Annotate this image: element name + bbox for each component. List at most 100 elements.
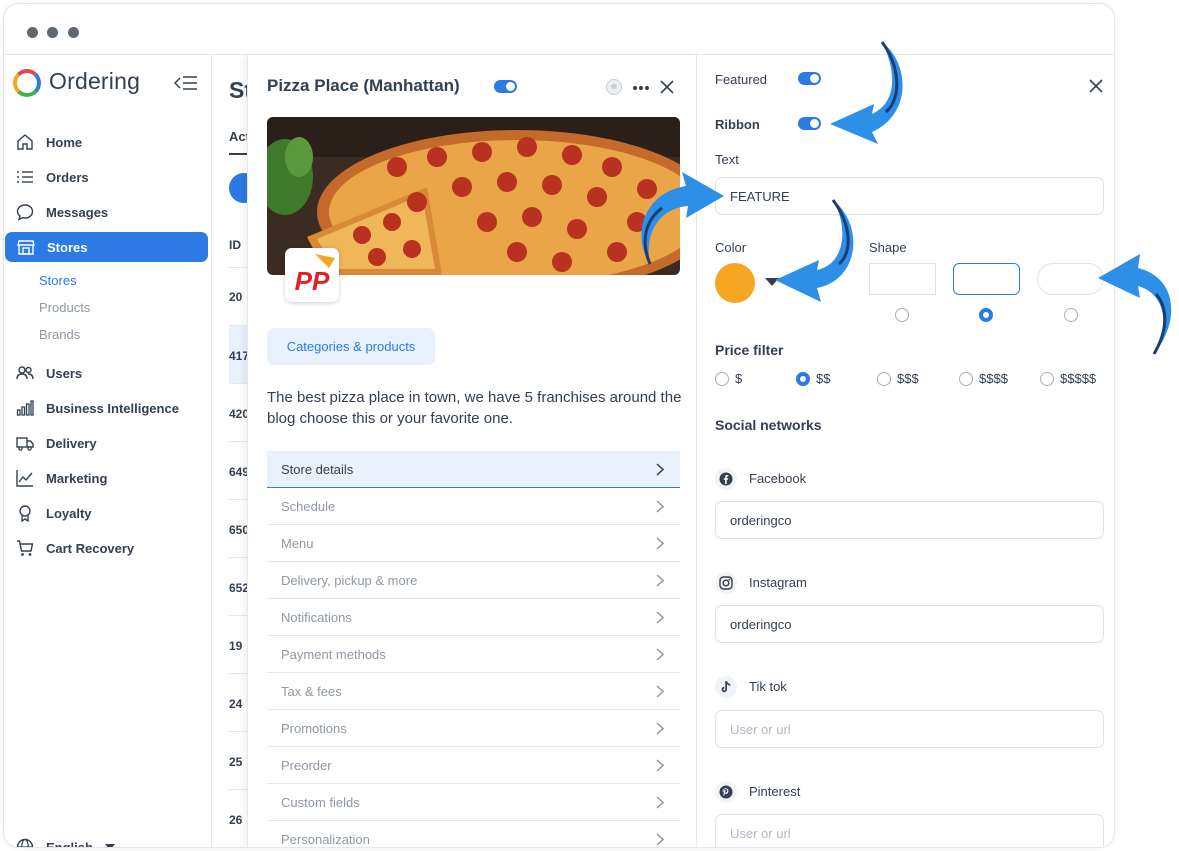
sidebar-item-loyalty[interactable]: Loyalty — [4, 498, 212, 528]
table-row[interactable]: 19 — [229, 639, 242, 653]
table-row[interactable]: 20 — [229, 290, 242, 304]
window-titlebar — [4, 4, 1114, 55]
ribbon-toggle[interactable] — [798, 117, 821, 130]
sidebar-item-label: Orders — [46, 169, 89, 185]
instagram-label: Instagram — [749, 575, 807, 590]
menu-item-preorder[interactable]: Preorder — [267, 747, 680, 784]
annotation-arrow — [1098, 254, 1172, 355]
chevron-right-icon — [656, 722, 664, 735]
sidebar-item-label: Home — [46, 134, 83, 150]
sidebar-item-orders[interactable]: Orders — [4, 162, 212, 192]
price-radio[interactable] — [715, 371, 729, 386]
menu-item-tax-fees[interactable]: Tax & fees — [267, 673, 680, 710]
more-options-icon[interactable] — [632, 85, 650, 91]
window-dot[interactable] — [68, 27, 79, 38]
menu-item-menu[interactable]: Menu — [267, 525, 680, 562]
soccer-ball-icon[interactable] — [605, 78, 623, 96]
price-radio[interactable] — [1040, 371, 1054, 386]
pinterest-label: Pinterest — [749, 784, 801, 799]
store-enabled-toggle[interactable] — [494, 80, 517, 93]
price-radio[interactable] — [959, 371, 973, 386]
store-title: Pizza Place (Manhattan) — [267, 76, 460, 95]
chevron-right-icon — [656, 500, 664, 513]
window-dot[interactable] — [47, 27, 58, 38]
menu-item-schedule[interactable]: Schedule — [267, 488, 680, 525]
menu-item-promotions[interactable]: Promotions — [267, 710, 680, 747]
sidebar-subitem-stores[interactable]: Stores — [39, 273, 77, 288]
chevron-right-icon — [656, 759, 664, 772]
sidebar-item-marketing[interactable]: Marketing — [4, 463, 212, 493]
shape-option-rectangle[interactable] — [869, 263, 936, 295]
price-option[interactable]: $$ — [796, 371, 830, 386]
sidebar-item-label: Marketing — [46, 470, 108, 486]
sidebar-subitem-brands[interactable]: Brands — [39, 327, 80, 342]
sidebar-item-label: Cart Recovery — [46, 540, 135, 556]
facebook-label: Facebook — [749, 471, 807, 486]
price-radio[interactable] — [796, 371, 810, 386]
menu-item-label: Delivery, pickup & more — [281, 572, 418, 588]
chevron-down-icon — [104, 844, 115, 847]
menu-item-delivery-pickup[interactable]: Delivery, pickup & more — [267, 562, 680, 599]
sidebar-item-cart-recovery[interactable]: Cart Recovery — [4, 533, 212, 563]
pinterest-input[interactable]: User or url — [715, 814, 1104, 847]
menu-item-notifications[interactable]: Notifications — [267, 599, 680, 636]
chat-bubble-icon — [16, 204, 34, 221]
price-option-label: $$$ — [897, 371, 919, 386]
shape-option-pill[interactable] — [1037, 263, 1104, 295]
pinterest-icon — [715, 781, 737, 803]
globe-icon — [16, 838, 34, 847]
chevron-right-icon — [656, 574, 664, 587]
menu-item-custom-fields[interactable]: Custom fields — [267, 784, 680, 821]
sidebar-item-users[interactable]: Users — [4, 358, 212, 388]
table-row[interactable]: 25 — [229, 755, 242, 769]
shape-radio-rectangle[interactable] — [895, 308, 909, 322]
price-option-label: $ — [735, 371, 743, 386]
close-icon[interactable] — [1088, 78, 1104, 94]
sidebar-item-messages[interactable]: Messages — [4, 197, 212, 227]
facebook-input[interactable]: orderingco — [715, 501, 1104, 539]
instagram-icon — [715, 572, 737, 594]
table-row[interactable]: 24 — [229, 697, 242, 711]
menu-item-label: Menu — [281, 535, 314, 551]
sidebar-item-home[interactable]: Home — [4, 127, 212, 157]
sidebar-subitem-products[interactable]: Products — [39, 300, 90, 315]
close-icon[interactable] — [659, 79, 675, 95]
featured-toggle[interactable] — [798, 72, 821, 85]
menu-item-label: Tax & fees — [281, 683, 342, 699]
chevron-right-icon — [656, 611, 664, 624]
menu-item-personalization[interactable]: Personalization — [267, 821, 680, 847]
collapse-sidebar-icon[interactable] — [174, 74, 198, 92]
instagram-input[interactable]: orderingco — [715, 605, 1104, 643]
tiktok-label: Tik tok — [749, 679, 787, 694]
window-dot[interactable] — [27, 27, 38, 38]
price-radio[interactable] — [877, 371, 891, 386]
tiktok-input[interactable]: User or url — [715, 710, 1104, 748]
sidebar-item-business-intelligence[interactable]: Business Intelligence — [4, 393, 212, 423]
menu-item-payment-methods[interactable]: Payment methods — [267, 636, 680, 673]
facebook-icon — [715, 468, 737, 490]
menu-item-label: Schedule — [281, 498, 336, 514]
shape-option-rounded[interactable] — [953, 263, 1020, 295]
sidebar-item-delivery[interactable]: Delivery — [4, 428, 212, 458]
sidebar-item-stores[interactable]: Stores — [5, 232, 208, 262]
language-selector[interactable]: English — [16, 838, 115, 847]
categories-products-button[interactable]: Categories & products — [267, 328, 435, 365]
tiktok-icon — [715, 676, 737, 698]
sidebar-item-label: Delivery — [46, 435, 97, 451]
chevron-right-icon — [656, 685, 664, 698]
menu-item-store-details[interactable]: Store details — [267, 451, 680, 488]
price-filter-label: Price filter — [715, 342, 784, 358]
price-option[interactable]: $$$ — [877, 371, 919, 386]
ribbon-color-swatch[interactable] — [715, 263, 755, 303]
price-option[interactable]: $ — [715, 371, 742, 386]
annotation-arrow — [641, 172, 724, 265]
price-option[interactable]: $$$$$ — [1040, 371, 1096, 386]
chevron-right-icon — [656, 796, 664, 809]
shape-radio-rounded[interactable] — [979, 308, 993, 322]
table-row[interactable]: 26 — [229, 813, 242, 827]
ordering-logo-icon — [13, 69, 41, 97]
price-option[interactable]: $$$$ — [959, 371, 1008, 386]
sidebar-item-label: Messages — [46, 204, 109, 220]
sidebar-item-label: Business Intelligence — [46, 400, 179, 416]
shape-radio-pill[interactable] — [1064, 308, 1078, 322]
